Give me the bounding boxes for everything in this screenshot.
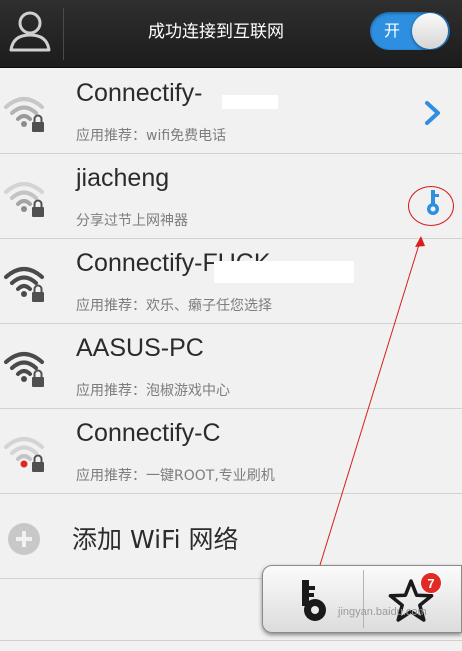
- key-button[interactable]: [263, 566, 363, 634]
- user-avatar-button[interactable]: [0, 0, 62, 68]
- redaction-mask: [214, 261, 354, 283]
- add-wifi-label: 添加 WiFi 网络: [72, 525, 239, 554]
- bottom-divider: [0, 640, 462, 641]
- wifi-lock-icon: [4, 182, 44, 217]
- header-divider: [63, 8, 64, 60]
- notification-badge: 7: [420, 572, 442, 594]
- watermark: jingyan.baidu.com: [338, 606, 427, 618]
- wifi-lock-icon: [4, 437, 44, 472]
- key-icon[interactable]: [425, 188, 441, 218]
- wifi-lock-icon: [4, 352, 44, 387]
- network-ssid: AASUS-PC: [76, 334, 204, 362]
- network-subtitle: 应用推荐：wifi免费电话: [76, 128, 227, 144]
- network-item-4[interactable]: Connectify-C 应用推荐：一键ROOT,专业刷机: [0, 409, 462, 494]
- network-subtitle: 应用推荐：欢乐、癞子任您选择: [76, 298, 272, 314]
- network-ssid: jiacheng: [76, 164, 170, 192]
- wifi-lock-icon: [4, 267, 44, 302]
- toggle-knob: [412, 13, 448, 49]
- toggle-label: 开: [384, 21, 401, 40]
- network-subtitle: 应用推荐：泡椒游戏中心: [76, 383, 230, 399]
- network-ssid: Connectify-: [76, 79, 203, 107]
- favorites-button[interactable]: 7: [364, 566, 462, 634]
- network-subtitle: 应用推荐：一键ROOT,专业刷机: [76, 468, 275, 484]
- network-item-3[interactable]: AASUS-PC 应用推荐：泡椒游戏中心: [0, 324, 462, 409]
- wifi-network-list: Connectify- 应用推荐：wifi免费电话 jiacheng 分享过节上…: [0, 69, 462, 579]
- redaction-mask: [222, 95, 278, 109]
- network-item-2[interactable]: Connectify-FUCK 应用推荐：欢乐、癞子任您选择: [0, 239, 462, 324]
- wifi-lock-icon: [4, 97, 44, 132]
- connection-status-title: 成功连接到互联网: [148, 22, 284, 42]
- network-ssid: Connectify-C: [76, 419, 221, 447]
- chevron-right-icon[interactable]: [422, 99, 444, 127]
- network-item-1[interactable]: jiacheng 分享过节上网神器: [0, 154, 462, 239]
- wifi-toggle[interactable]: 开: [370, 12, 450, 50]
- key-icon: [302, 580, 326, 621]
- network-item-0[interactable]: Connectify- 应用推荐：wifi免费电话: [0, 69, 462, 154]
- network-subtitle: 分享过节上网神器: [76, 213, 188, 229]
- top-bar: 成功连接到互联网 开: [0, 0, 462, 68]
- bottom-action-panel: 7: [262, 565, 462, 633]
- plus-icon: [8, 523, 40, 555]
- user-icon: [9, 11, 51, 52]
